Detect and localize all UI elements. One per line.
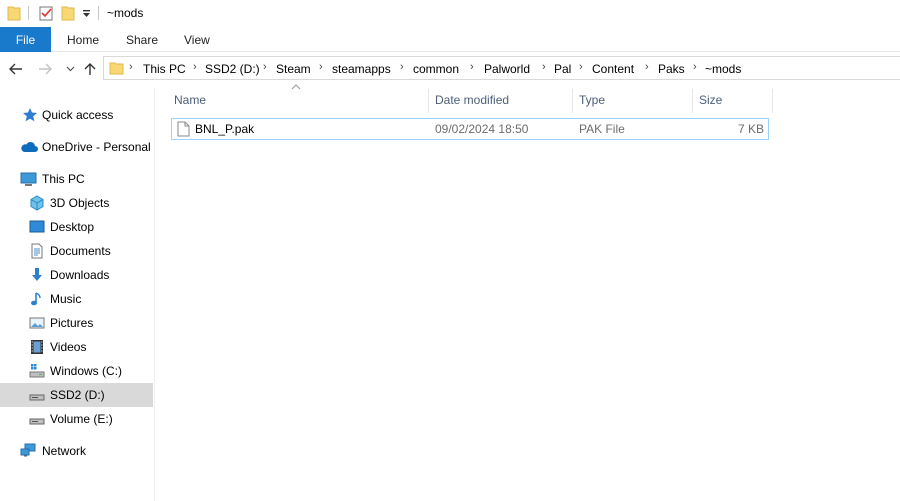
chevron-right-icon[interactable]: › xyxy=(542,61,546,73)
sidebar-item-volume-e[interactable]: Volume (E:) xyxy=(0,407,153,431)
navigation-pane: Quick access OneDrive - Personal This PC… xyxy=(0,88,155,501)
breadcrumb-steamapps[interactable]: steamapps xyxy=(332,62,391,76)
chevron-right-icon[interactable]: › xyxy=(193,61,197,73)
sidebar-item-quick-access[interactable]: Quick access xyxy=(0,103,153,127)
folder-icon[interactable] xyxy=(7,5,21,24)
breadcrumb-common[interactable]: common xyxy=(413,62,459,76)
sidebar-item-label: Windows (C:) xyxy=(50,364,123,378)
back-icon[interactable] xyxy=(8,61,24,77)
column-header-type[interactable]: Type xyxy=(579,89,689,111)
sidebar-item-3d-objects[interactable]: 3D Objects xyxy=(0,191,153,215)
drive-icon xyxy=(29,387,45,403)
folder-icon xyxy=(109,60,124,79)
chevron-right-icon[interactable]: › xyxy=(400,61,404,73)
sidebar-item-label: Quick access xyxy=(42,108,114,122)
new-folder-icon[interactable] xyxy=(61,5,75,24)
sidebar-item-downloads[interactable]: Downloads xyxy=(0,263,153,287)
sidebar-item-network[interactable]: Network xyxy=(0,439,153,463)
sidebar-item-desktop[interactable]: Desktop xyxy=(0,215,153,239)
chevron-right-icon[interactable]: › xyxy=(129,61,133,73)
forward-icon[interactable] xyxy=(37,61,53,77)
file-date-modified: 09/02/2024 18:50 xyxy=(435,122,529,136)
file-type: PAK File xyxy=(579,122,625,136)
sidebar-item-label: SSD2 (D:) xyxy=(50,388,105,402)
address-bar[interactable]: › This PC › SSD2 (D:) › Steam › steamapp… xyxy=(103,56,900,80)
chevron-right-icon[interactable]: › xyxy=(470,61,474,73)
file-name[interactable]: BNL_P.pak xyxy=(195,122,254,136)
file-size: 7 KB xyxy=(737,122,764,136)
breadcrumb-content[interactable]: Content xyxy=(592,62,634,76)
properties-icon[interactable] xyxy=(38,5,54,24)
sidebar-item-label: Desktop xyxy=(50,220,95,234)
sidebar-item-label: This PC xyxy=(42,172,85,186)
breadcrumb-mods[interactable]: ~mods xyxy=(705,62,741,76)
tab-home[interactable]: Home xyxy=(67,27,99,52)
cube-icon xyxy=(29,195,45,211)
sidebar-item-label: Volume (E:) xyxy=(50,412,113,426)
chevron-right-icon[interactable]: › xyxy=(579,61,583,73)
tab-share[interactable]: Share xyxy=(126,27,158,52)
sidebar-item-label: Music xyxy=(50,292,82,306)
sidebar-item-documents[interactable]: Documents xyxy=(0,239,153,263)
sidebar-item-label: OneDrive - Personal xyxy=(42,140,151,154)
breadcrumb-this-pc[interactable]: This PC xyxy=(143,62,186,76)
column-divider[interactable] xyxy=(428,89,429,113)
download-icon xyxy=(29,267,45,283)
toolbar-separator xyxy=(98,6,99,20)
chevron-right-icon[interactable]: › xyxy=(693,61,697,73)
breadcrumb-ssd2[interactable]: SSD2 (D:) xyxy=(205,62,260,76)
sidebar-item-label: Videos xyxy=(50,340,87,354)
drive-icon xyxy=(29,411,45,427)
breadcrumb-pal[interactable]: Pal xyxy=(554,62,571,76)
file-row[interactable]: BNL_P.pak 09/02/2024 18:50 PAK File 7 KB xyxy=(171,118,769,140)
column-header-size[interactable]: Size xyxy=(699,89,769,111)
chevron-right-icon[interactable]: › xyxy=(645,61,649,73)
window-title: ~mods xyxy=(107,6,144,20)
up-icon[interactable] xyxy=(82,61,98,77)
windows-drive-icon xyxy=(29,363,45,379)
breadcrumb-steam[interactable]: Steam xyxy=(276,62,311,76)
computer-icon xyxy=(20,171,37,187)
sidebar-item-label: Pictures xyxy=(50,316,94,330)
videos-icon xyxy=(29,339,45,355)
sidebar-item-pictures[interactable]: Pictures xyxy=(0,311,153,335)
breadcrumb-palworld[interactable]: Palworld xyxy=(484,62,530,76)
ribbon-tabs: File Home Share View xyxy=(0,27,900,52)
documents-icon xyxy=(29,243,45,259)
sidebar-item-ssd2-d[interactable]: SSD2 (D:) xyxy=(0,383,153,407)
sidebar-item-onedrive[interactable]: OneDrive - Personal xyxy=(0,135,153,159)
sidebar-item-this-pc[interactable]: This PC xyxy=(0,167,153,191)
chevron-right-icon[interactable]: › xyxy=(263,61,267,73)
sidebar-item-windows-c[interactable]: Windows (C:) xyxy=(0,359,153,383)
cloud-icon xyxy=(20,139,38,155)
star-icon xyxy=(22,107,38,123)
sidebar-item-label: Documents xyxy=(50,244,111,258)
breadcrumb-paks[interactable]: Paks xyxy=(658,62,685,76)
recent-locations-icon[interactable] xyxy=(62,61,78,77)
chevron-right-icon[interactable]: › xyxy=(319,61,323,73)
file-icon xyxy=(177,121,190,140)
sidebar-item-videos[interactable]: Videos xyxy=(0,335,153,359)
customize-dropdown-icon[interactable] xyxy=(82,8,91,22)
sidebar-item-label: Downloads xyxy=(50,268,110,282)
sidebar-item-music[interactable]: Music xyxy=(0,287,153,311)
column-header-date-modified[interactable]: Date modified xyxy=(435,89,565,111)
network-icon xyxy=(20,443,36,459)
column-divider[interactable] xyxy=(572,89,573,113)
tab-file[interactable]: File xyxy=(0,27,51,52)
sidebar-item-label: Network xyxy=(42,444,87,458)
pictures-icon xyxy=(29,315,45,331)
column-header-name[interactable]: Name xyxy=(174,89,424,111)
title-bar: ~mods xyxy=(0,0,900,27)
toolbar-separator xyxy=(28,6,29,20)
sidebar-item-label: 3D Objects xyxy=(50,196,110,210)
music-icon xyxy=(29,291,45,307)
column-divider[interactable] xyxy=(692,89,693,113)
column-divider[interactable] xyxy=(772,89,773,113)
tab-view[interactable]: View xyxy=(184,27,210,52)
desktop-icon xyxy=(29,219,45,235)
